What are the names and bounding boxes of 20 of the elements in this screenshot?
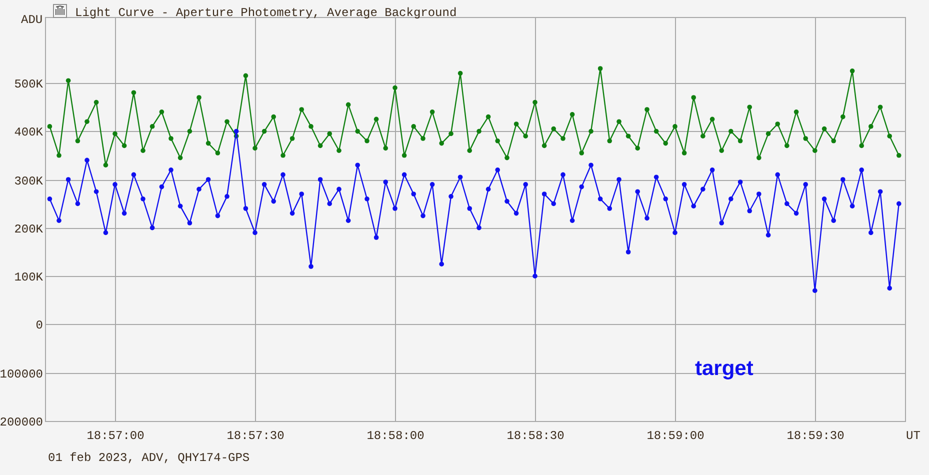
axis-label: 200K [14, 222, 43, 236]
axis-label: 500K [14, 78, 43, 92]
axis-unit: ADU [21, 13, 43, 27]
axis-label: 18:58:30 [506, 429, 564, 443]
axis-label: 18:59:30 [786, 429, 844, 443]
axis-label: 18:58:00 [366, 429, 424, 443]
axis-label: 18:59:00 [646, 429, 704, 443]
legend-label: target [695, 357, 754, 380]
axis-label: 18:57:00 [86, 429, 144, 443]
axis-label: 0 [36, 318, 43, 332]
axis-label: 400K [14, 126, 43, 140]
window-title: Light Curve - Aperture Photometry, Average Background [75, 6, 457, 20]
axis-label: 100K [14, 270, 43, 284]
axis-label: 18:57:30 [226, 429, 284, 443]
axis-unit: UT [906, 429, 920, 443]
footer-info: 01 feb 2023, ADV, QHY174-GPS [48, 451, 250, 465]
chart-icon [53, 4, 67, 18]
axis-label: 300K [14, 174, 43, 188]
axis-label: 200000 [0, 416, 43, 430]
axis-label: 100000 [0, 368, 43, 382]
